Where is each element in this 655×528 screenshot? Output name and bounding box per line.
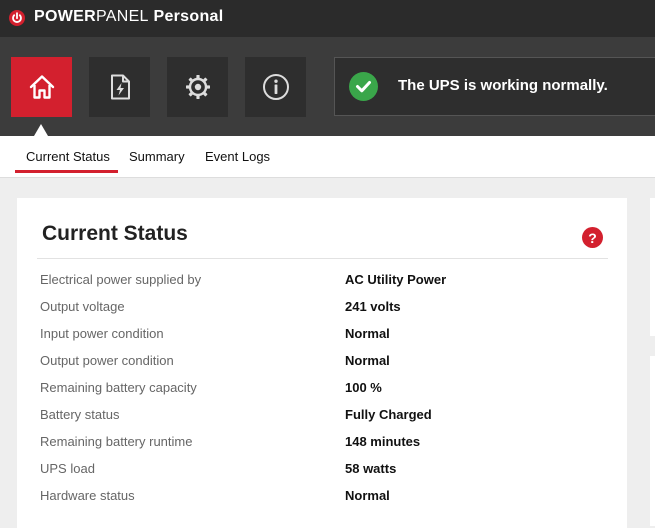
row-label: Output power condition xyxy=(40,353,174,368)
tab-current-status[interactable]: Current Status xyxy=(26,149,110,164)
panel-divider xyxy=(37,258,608,259)
status-row-output-condition: Output power condition Normal xyxy=(17,353,627,373)
main-toolbar: The UPS is working normally. xyxy=(0,37,655,136)
secondary-panel xyxy=(650,356,655,526)
row-label: Remaining battery capacity xyxy=(40,380,197,395)
settings-button[interactable] xyxy=(167,57,228,117)
row-label: Hardware status xyxy=(40,488,135,503)
app-brand-panel: PANEL xyxy=(95,8,149,25)
tab-event-logs[interactable]: Event Logs xyxy=(205,149,270,164)
row-label: Electrical power supplied by xyxy=(40,272,202,287)
home-button[interactable] xyxy=(11,57,72,117)
current-status-panel: Current Status ? Electrical power suppli… xyxy=(17,198,627,528)
panel-title: Current Status xyxy=(42,222,188,245)
home-icon xyxy=(29,75,54,99)
status-row-battery-runtime: Remaining battery runtime 148 minutes xyxy=(17,434,627,454)
info-icon xyxy=(262,74,289,100)
row-value: 58 watts xyxy=(345,461,397,476)
row-value: 148 minutes xyxy=(345,434,421,449)
row-value: Fully Charged xyxy=(345,407,432,422)
app-edition: Personal xyxy=(148,8,224,25)
row-label: UPS load xyxy=(40,461,95,476)
row-value: Normal xyxy=(345,326,390,341)
ups-status-banner: The UPS is working normally. xyxy=(334,57,655,116)
status-row-output-voltage: Output voltage 241 volts xyxy=(17,299,627,319)
cyberpower-logo-icon xyxy=(9,10,25,26)
row-value: AC Utility Power xyxy=(345,272,447,287)
help-button[interactable]: ? xyxy=(582,227,603,248)
app-brand-power: POWER xyxy=(34,8,96,25)
app-title: POWERPANEL Personal xyxy=(34,8,223,26)
row-label: Battery status xyxy=(40,407,120,422)
energy-report-button[interactable] xyxy=(89,57,150,117)
title-bar: POWERPANEL Personal xyxy=(0,0,655,37)
status-row-ups-load: UPS load 58 watts xyxy=(17,461,627,481)
tab-summary[interactable]: Summary xyxy=(129,149,185,164)
active-tab-indicator xyxy=(15,170,118,173)
row-value: Normal xyxy=(345,488,390,503)
status-row-battery-status: Battery status Fully Charged xyxy=(17,407,627,427)
secondary-panel xyxy=(650,198,655,336)
status-row-input-condition: Input power condition Normal xyxy=(17,326,627,346)
check-icon xyxy=(349,72,378,101)
status-row-hardware-status: Hardware status Normal xyxy=(17,488,627,508)
gear-icon xyxy=(185,75,210,99)
row-value: 241 volts xyxy=(345,299,401,314)
active-nav-pointer xyxy=(34,124,48,136)
status-row-battery-capacity: Remaining battery capacity 100 % xyxy=(17,380,627,400)
row-label: Remaining battery runtime xyxy=(40,434,193,449)
row-label: Input power condition xyxy=(40,326,164,341)
row-value: 100 % xyxy=(345,380,382,395)
row-label: Output voltage xyxy=(40,299,125,314)
status-row-power-source: Electrical power supplied by AC Utility … xyxy=(17,272,627,292)
about-button[interactable] xyxy=(245,57,306,117)
status-message: The UPS is working normally. xyxy=(398,77,608,94)
document-bolt-icon xyxy=(110,74,130,100)
row-value: Normal xyxy=(345,353,390,368)
